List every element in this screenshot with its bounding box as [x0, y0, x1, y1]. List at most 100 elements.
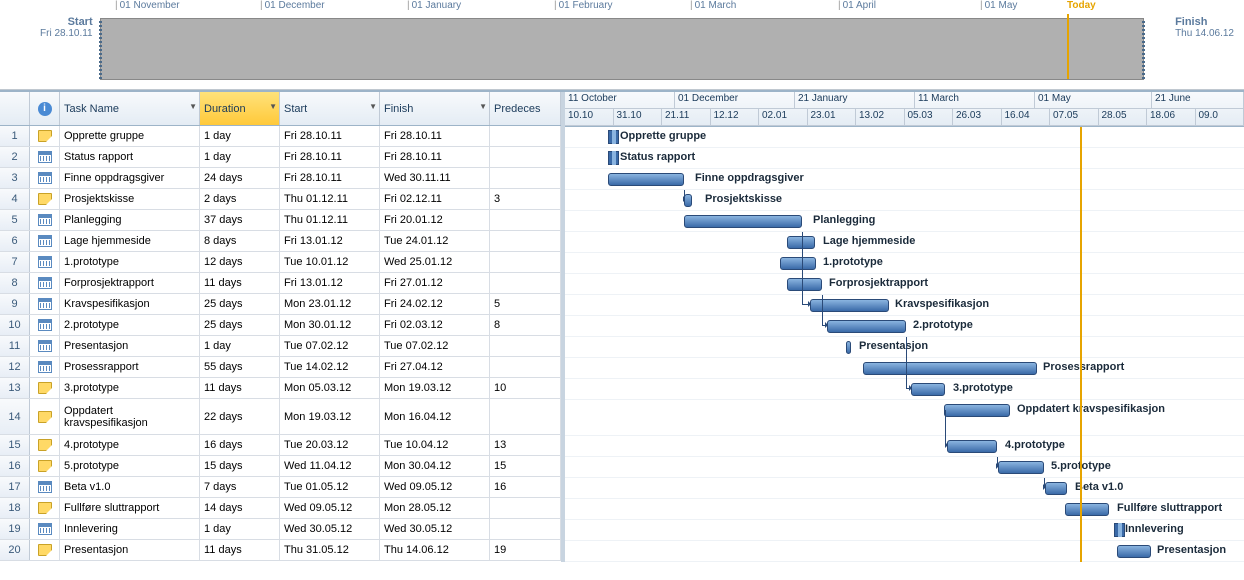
chevron-down-icon[interactable]: ▼: [479, 102, 487, 111]
milestone-icon[interactable]: [608, 151, 619, 165]
start-cell[interactable]: Thu 01.12.11: [280, 189, 380, 209]
row-number[interactable]: 15: [0, 435, 30, 455]
task-indicator[interactable]: [30, 147, 60, 167]
finish-cell[interactable]: Fri 02.03.12: [380, 315, 490, 335]
gantt-row[interactable]: Presentasjon: [565, 337, 1244, 358]
task-indicator[interactable]: [30, 378, 60, 398]
task-indicator[interactable]: [30, 477, 60, 497]
gantt-row[interactable]: Lage hjemmeside: [565, 232, 1244, 253]
task-row[interactable]: 5Planlegging37 daysThu 01.12.11Fri 20.01…: [0, 210, 561, 231]
gantt-bar[interactable]: [780, 257, 816, 270]
task-row[interactable]: 6Lage hjemmeside8 daysFri 13.01.12Tue 24…: [0, 231, 561, 252]
gantt-bar[interactable]: [684, 194, 692, 207]
duration-cell[interactable]: 22 days: [200, 399, 280, 434]
task-row[interactable]: 165.prototype15 daysWed 11.04.12Mon 30.0…: [0, 456, 561, 477]
task-row[interactable]: 8Forprosjektrapport11 daysFri 13.01.12Fr…: [0, 273, 561, 294]
finish-cell[interactable]: Mon 28.05.12: [380, 498, 490, 518]
duration-cell[interactable]: 1 day: [200, 336, 280, 356]
task-row[interactable]: 133.prototype11 daysMon 05.03.12Mon 19.0…: [0, 378, 561, 399]
finish-cell[interactable]: Fri 24.02.12: [380, 294, 490, 314]
col-start[interactable]: Start▼: [280, 92, 380, 125]
predecessor-cell[interactable]: [490, 168, 561, 188]
predecessor-cell[interactable]: 19: [490, 540, 561, 560]
predecessor-cell[interactable]: 15: [490, 456, 561, 476]
task-row[interactable]: 71.prototype12 daysTue 10.01.12Wed 25.01…: [0, 252, 561, 273]
row-number[interactable]: 10: [0, 315, 30, 335]
gantt-row[interactable]: 2.prototype: [565, 316, 1244, 337]
gantt-row[interactable]: Kravspesifikasjon: [565, 295, 1244, 316]
row-number[interactable]: 17: [0, 477, 30, 497]
start-cell[interactable]: Fri 13.01.12: [280, 273, 380, 293]
gantt-bar[interactable]: [827, 320, 906, 333]
finish-cell[interactable]: Mon 30.04.12: [380, 456, 490, 476]
gantt-bar[interactable]: [998, 461, 1044, 474]
start-cell[interactable]: Mon 30.01.12: [280, 315, 380, 335]
col-taskname[interactable]: Task Name▼: [60, 92, 200, 125]
task-name-cell[interactable]: Status rapport: [60, 147, 200, 167]
start-cell[interactable]: Tue 10.01.12: [280, 252, 380, 272]
duration-cell[interactable]: 16 days: [200, 435, 280, 455]
col-rownum[interactable]: [0, 92, 30, 125]
predecessor-cell[interactable]: [490, 357, 561, 377]
start-cell[interactable]: Wed 11.04.12: [280, 456, 380, 476]
task-name-cell[interactable]: 4.prototype: [60, 435, 200, 455]
start-cell[interactable]: Mon 05.03.12: [280, 378, 380, 398]
task-indicator[interactable]: [30, 168, 60, 188]
row-number[interactable]: 2: [0, 147, 30, 167]
row-number[interactable]: 12: [0, 357, 30, 377]
task-name-cell[interactable]: Prosessrapport: [60, 357, 200, 377]
gantt-row[interactable]: Opprette gruppe: [565, 127, 1244, 148]
row-number[interactable]: 4: [0, 189, 30, 209]
duration-cell[interactable]: 55 days: [200, 357, 280, 377]
gantt-row[interactable]: 1.prototype: [565, 253, 1244, 274]
gantt-row[interactable]: Oppdatert kravspesifikasjon: [565, 400, 1244, 436]
start-cell[interactable]: Fri 13.01.12: [280, 231, 380, 251]
task-name-cell[interactable]: Presentasjon: [60, 336, 200, 356]
task-name-cell[interactable]: Lage hjemmeside: [60, 231, 200, 251]
duration-cell[interactable]: 7 days: [200, 477, 280, 497]
start-cell[interactable]: Tue 14.02.12: [280, 357, 380, 377]
task-indicator[interactable]: [30, 315, 60, 335]
gantt-bar[interactable]: [911, 383, 945, 396]
predecessor-cell[interactable]: [490, 147, 561, 167]
duration-cell[interactable]: 25 days: [200, 294, 280, 314]
predecessor-cell[interactable]: 10: [490, 378, 561, 398]
finish-cell[interactable]: Thu 14.06.12: [380, 540, 490, 560]
gantt-row[interactable]: Status rapport: [565, 148, 1244, 169]
row-number[interactable]: 7: [0, 252, 30, 272]
task-indicator[interactable]: [30, 126, 60, 146]
row-number[interactable]: 1: [0, 126, 30, 146]
gantt-row[interactable]: Beta v1.0: [565, 478, 1244, 499]
start-cell[interactable]: Tue 20.03.12: [280, 435, 380, 455]
predecessor-cell[interactable]: 8: [490, 315, 561, 335]
duration-cell[interactable]: 11 days: [200, 273, 280, 293]
gantt-row[interactable]: Innlevering: [565, 520, 1244, 541]
task-row[interactable]: 4Prosjektskisse2 daysThu 01.12.11Fri 02.…: [0, 189, 561, 210]
gantt-row[interactable]: Planlegging: [565, 211, 1244, 232]
task-row[interactable]: 154.prototype16 daysTue 20.03.12Tue 10.0…: [0, 435, 561, 456]
task-name-cell[interactable]: Prosjektskisse: [60, 189, 200, 209]
milestone-icon[interactable]: [608, 130, 619, 144]
col-finish[interactable]: Finish▼: [380, 92, 490, 125]
task-name-cell[interactable]: 1.prototype: [60, 252, 200, 272]
gantt-row[interactable]: Fullføre sluttrapport: [565, 499, 1244, 520]
col-duration[interactable]: Duration▼: [200, 92, 280, 125]
gantt-row[interactable]: Prosjektskisse: [565, 190, 1244, 211]
predecessor-cell[interactable]: [490, 126, 561, 146]
gantt-bar[interactable]: [846, 341, 851, 354]
duration-cell[interactable]: 11 days: [200, 540, 280, 560]
finish-cell[interactable]: Fri 20.01.12: [380, 210, 490, 230]
task-indicator[interactable]: [30, 498, 60, 518]
start-cell[interactable]: Wed 09.05.12: [280, 498, 380, 518]
start-cell[interactable]: Fri 28.10.11: [280, 147, 380, 167]
task-name-cell[interactable]: Planlegging: [60, 210, 200, 230]
finish-cell[interactable]: Fri 28.10.11: [380, 126, 490, 146]
task-name-cell[interactable]: Innlevering: [60, 519, 200, 539]
gantt-row[interactable]: 3.prototype: [565, 379, 1244, 400]
task-row[interactable]: 2Status rapport1 dayFri 28.10.11Fri 28.1…: [0, 147, 561, 168]
timeline-bar[interactable]: [100, 18, 1144, 80]
finish-cell[interactable]: Fri 27.04.12: [380, 357, 490, 377]
predecessor-cell[interactable]: [490, 252, 561, 272]
gantt-row[interactable]: Forprosjektrapport: [565, 274, 1244, 295]
task-indicator[interactable]: [30, 336, 60, 356]
